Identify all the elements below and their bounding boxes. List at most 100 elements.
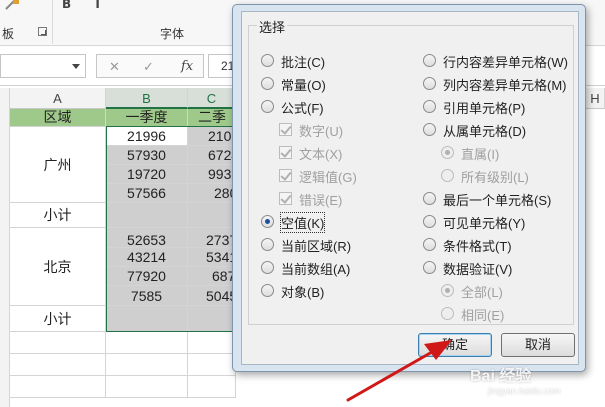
baidu-watermark: Bai 经验 jingyan.baidu.com xyxy=(470,362,600,402)
radio-icon[interactable] xyxy=(423,123,436,136)
header-cell-q2[interactable]: 二季 xyxy=(188,109,236,127)
table-cell[interactable] xyxy=(10,332,106,354)
radio-selected-icon[interactable] xyxy=(441,146,454,159)
cancel-button[interactable]: 取消 xyxy=(501,333,575,357)
radio-selected-icon[interactable] xyxy=(441,284,454,297)
subtotal-cell[interactable]: 小计 xyxy=(10,306,106,332)
table-cell[interactable]: 21996 xyxy=(106,127,188,146)
insert-function-icon[interactable]: fx xyxy=(181,59,193,74)
go-to-special-dialog: 选择 批注(C) 常量(O) 公式(F) 数字(U) 文本(X) 逻辑值(G) … xyxy=(232,4,586,372)
font-style-buttons[interactable]: B I xyxy=(62,0,110,11)
option-label: 逻辑值(G) xyxy=(299,170,357,185)
table-cell[interactable]: 5341 xyxy=(188,248,237,267)
table-cell[interactable] xyxy=(188,354,236,376)
ribbon-separator xyxy=(52,0,53,44)
radio-icon[interactable] xyxy=(261,284,274,297)
radio-icon[interactable] xyxy=(261,238,274,251)
radio-icon[interactable] xyxy=(441,169,454,182)
region-cell-beijing[interactable]: 北京 xyxy=(10,228,106,306)
option-label: 空值(K) xyxy=(279,212,326,233)
table-cell[interactable]: 9938 xyxy=(188,165,239,184)
table-cell[interactable] xyxy=(188,306,236,332)
table-cell[interactable]: 57566 xyxy=(106,184,188,203)
radio-icon[interactable] xyxy=(423,215,436,228)
table-cell[interactable] xyxy=(10,376,106,398)
dialog-body: 选择 批注(C) 常量(O) 公式(F) 数字(U) 文本(X) 逻辑值(G) … xyxy=(241,11,579,365)
option-label: 最后一个单元格(S) xyxy=(443,193,552,208)
option-label: 全部(L) xyxy=(461,285,503,300)
chevron-down-icon[interactable] xyxy=(72,64,80,69)
table-cell[interactable] xyxy=(106,354,188,376)
option-label: 数字(U) xyxy=(299,124,344,139)
radio-icon[interactable] xyxy=(423,261,436,274)
column-header-b[interactable]: B xyxy=(106,88,188,109)
option-label: 对象(B) xyxy=(281,285,325,300)
row-number-column xyxy=(0,88,10,407)
option-label: 直属(I) xyxy=(461,147,500,162)
table-cell[interactable]: 57930 xyxy=(106,146,188,165)
option-label: 当前区域(R) xyxy=(281,239,352,254)
checkbox-icon[interactable] xyxy=(279,123,292,136)
table-cell[interactable]: 52653 xyxy=(106,228,188,248)
option-label: 当前数组(A) xyxy=(281,262,351,277)
name-box[interactable] xyxy=(0,54,86,78)
checkbox-icon[interactable] xyxy=(279,192,292,205)
formula-buttons: ✕ ✓ fx xyxy=(96,54,204,78)
table-cell[interactable]: 687 xyxy=(188,267,236,286)
checkbox-icon[interactable] xyxy=(279,169,292,182)
option-label: 错误(E) xyxy=(299,193,343,208)
cancel-entry-icon[interactable]: ✕ xyxy=(109,59,120,75)
radio-icon[interactable] xyxy=(423,192,436,205)
table-cell[interactable]: 5045 xyxy=(188,286,237,306)
region-label: 北京 xyxy=(43,258,72,275)
option-label: 文本(X) xyxy=(299,147,343,162)
radio-icon[interactable] xyxy=(261,100,274,113)
table-cell[interactable]: 77920 xyxy=(106,267,188,286)
table-cell[interactable] xyxy=(106,203,188,228)
format-painter-icon[interactable] xyxy=(4,0,22,10)
table-cell[interactable]: 7585 xyxy=(106,286,188,306)
enter-entry-icon[interactable]: ✓ xyxy=(143,59,154,75)
column-header-a[interactable]: A xyxy=(10,88,106,109)
table-cell[interactable] xyxy=(188,376,236,398)
column-header-c[interactable]: C xyxy=(188,88,236,109)
header-cell-q1[interactable]: 一季度 xyxy=(106,109,188,127)
radio-icon[interactable] xyxy=(261,261,274,274)
table-cell[interactable]: 280 xyxy=(188,184,237,203)
option-label: 公式(F) xyxy=(281,101,324,116)
table-cell[interactable] xyxy=(188,332,236,354)
option-label: 可见单元格(Y) xyxy=(443,216,526,231)
option-label: 批注(C) xyxy=(281,55,326,70)
radio-icon[interactable] xyxy=(423,100,436,113)
clipboard-group-label: 板 xyxy=(2,27,15,41)
column-header-h[interactable]: H xyxy=(586,88,605,109)
radio-selected-icon[interactable] xyxy=(261,215,274,228)
radio-icon[interactable] xyxy=(423,77,436,90)
table-cell[interactable] xyxy=(188,203,236,228)
option-label: 从属单元格(D) xyxy=(443,124,527,139)
ok-button[interactable]: 确定 xyxy=(418,333,492,357)
table-cell[interactable] xyxy=(106,376,188,398)
checkbox-icon[interactable] xyxy=(279,146,292,159)
table-cell[interactable]: 2737 xyxy=(188,228,237,248)
option-label: 数据验证(V) xyxy=(443,262,513,277)
region-cell-guangzhou[interactable]: 广州 xyxy=(10,127,106,203)
font-group-label: 字体 xyxy=(160,27,185,41)
radio-icon[interactable] xyxy=(441,307,454,320)
table-cell[interactable]: 19720 xyxy=(106,165,188,184)
table-cell[interactable]: 6724 xyxy=(188,146,239,165)
subtotal-cell[interactable]: 小计 xyxy=(10,203,106,228)
clipboard-dialog-launcher-icon[interactable] xyxy=(38,27,47,36)
radio-icon[interactable] xyxy=(261,54,274,67)
radio-icon[interactable] xyxy=(423,54,436,67)
table-cell[interactable] xyxy=(106,306,188,332)
table-cell[interactable]: 210 xyxy=(188,127,236,146)
header-cell-region[interactable]: 区域 xyxy=(10,109,106,127)
select-group: 选择 批注(C) 常量(O) 公式(F) 数字(U) 文本(X) 逻辑值(G) … xyxy=(248,17,574,325)
radio-icon[interactable] xyxy=(261,77,274,90)
table-cell[interactable] xyxy=(10,354,106,376)
option-label: 所有级别(L) xyxy=(461,170,529,185)
table-cell[interactable] xyxy=(106,332,188,354)
table-cell[interactable]: 43214 xyxy=(106,248,188,267)
radio-icon[interactable] xyxy=(423,238,436,251)
